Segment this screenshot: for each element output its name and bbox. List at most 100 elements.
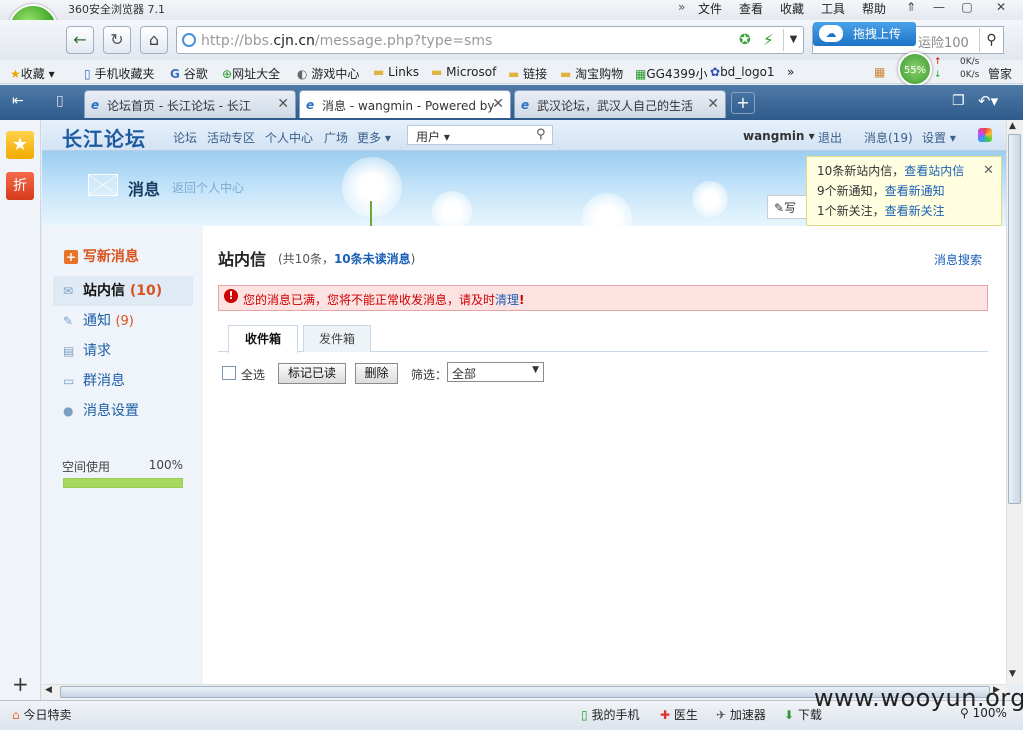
- back-to-profile-link[interactable]: 返回个人中心: [172, 179, 244, 196]
- bookmark-4399[interactable]: ▦GG4399小: [635, 65, 707, 82]
- menu-requests[interactable]: ▤ 请求: [53, 336, 193, 366]
- bookmarks-more-icon[interactable]: »: [787, 65, 794, 79]
- daily-deals[interactable]: ⌂ 今日特卖: [12, 706, 71, 723]
- menu-message-settings[interactable]: ● 消息设置: [53, 396, 193, 426]
- username-menu[interactable]: wangmin ▾: [743, 129, 815, 143]
- speed-ball[interactable]: 55%: [898, 52, 932, 86]
- drag-upload-button[interactable]: ☁ 拖拽上传: [813, 22, 916, 46]
- tab-close-icon[interactable]: ✕: [492, 96, 504, 112]
- discount-icon[interactable]: 折: [6, 172, 34, 200]
- undo-close-icon[interactable]: ↶▾: [978, 92, 998, 110]
- unread-link[interactable]: 10条未读消息: [334, 252, 411, 266]
- bookmark-google[interactable]: G 谷歌: [170, 65, 208, 82]
- message-search-link[interactable]: 消息搜索: [934, 251, 982, 268]
- nav-plaza[interactable]: 广场: [324, 129, 348, 146]
- search-icon[interactable]: ⚲: [979, 28, 1003, 52]
- view-follows-link[interactable]: 查看新关注: [885, 204, 945, 218]
- search-type-select[interactable]: 用户 ▾ ⚲: [407, 125, 553, 145]
- bookmark-bd-logo[interactable]: ✿bd_logo1: [710, 65, 775, 79]
- nav-forum[interactable]: 论坛: [173, 129, 197, 146]
- address-bar[interactable]: http://bbs.cjn.cn/message.php?type=sms ✪…: [176, 26, 804, 54]
- new-message-button[interactable]: + 写新消息: [64, 246, 139, 266]
- menu-help[interactable]: 帮助: [862, 0, 886, 17]
- chat-icon: ▭: [63, 374, 75, 388]
- apps-icon[interactable]: ▦: [874, 65, 885, 79]
- bookmark-favorites[interactable]: ★收藏 ▾: [10, 65, 55, 82]
- tab-inbox[interactable]: 收件箱: [228, 325, 298, 353]
- scroll-down-icon[interactable]: ▼: [1009, 669, 1016, 679]
- bookmark-links[interactable]: ▬ Links: [373, 65, 419, 79]
- nav-events[interactable]: 活动专区: [207, 129, 255, 146]
- filter-select[interactable]: 全部 ▼: [447, 362, 544, 382]
- favorites-star-icon[interactable]: ★: [6, 131, 34, 159]
- speed-mode-icon[interactable]: ⚡: [763, 31, 774, 49]
- url-text[interactable]: http://bbs.cjn.cn/message.php?type=sms: [201, 33, 492, 49]
- tab-forum-home[interactable]: e 论坛首页 - 长江论坛 - 长江 ✕: [84, 90, 296, 118]
- scroll-up-icon[interactable]: ▲: [1009, 121, 1016, 131]
- bookmark-hao[interactable]: ⊕网址大全: [222, 65, 280, 82]
- menu-file[interactable]: 文件: [698, 0, 722, 17]
- bookmark-games[interactable]: ◐ 游戏中心: [297, 65, 359, 82]
- page-icon[interactable]: ▯: [56, 93, 64, 109]
- tab-outbox[interactable]: 发件箱: [303, 325, 371, 352]
- menu-view[interactable]: 查看: [739, 0, 763, 17]
- maximize-button[interactable]: ▢: [954, 0, 980, 16]
- bookmark-taobao[interactable]: ▬ 淘宝购物: [560, 65, 623, 82]
- menu-group-messages[interactable]: ▭ 群消息: [53, 366, 193, 396]
- site-search-icon[interactable]: ⚲: [536, 127, 546, 142]
- security-icon[interactable]: ✪: [739, 32, 751, 48]
- select-all-checkbox[interactable]: [222, 366, 236, 380]
- bookmark-mobile[interactable]: ▯ 手机收藏夹: [84, 65, 154, 82]
- menu-expand-icon[interactable]: »: [678, 0, 685, 14]
- popup-close-icon[interactable]: ✕: [983, 161, 994, 181]
- tab-close-icon[interactable]: ✕: [707, 96, 719, 112]
- add-sidebar-icon[interactable]: +: [12, 672, 29, 696]
- select-all-label: 全选: [241, 368, 266, 382]
- pencil-icon: ✎: [774, 201, 785, 215]
- messages-link[interactable]: 消息(19): [864, 129, 913, 146]
- url-dropdown-icon[interactable]: ▼: [783, 29, 803, 51]
- nav-personal[interactable]: 个人中心: [265, 129, 313, 146]
- minimize-button[interactable]: —: [926, 0, 952, 16]
- scroll-left-icon[interactable]: ◀: [45, 685, 52, 695]
- mail-icon: ✉: [63, 284, 74, 298]
- folder-icon: ▬: [508, 67, 520, 81]
- theme-icon[interactable]: [978, 128, 992, 142]
- new-tab-button[interactable]: +: [731, 92, 755, 114]
- close-window-button[interactable]: ✕: [988, 0, 1014, 16]
- rocket-icon: ✈: [716, 708, 727, 722]
- refresh-button[interactable]: ↻: [103, 26, 131, 54]
- tab-close-icon[interactable]: ✕: [277, 96, 289, 112]
- upload-arrow-icon: ↑: [934, 57, 942, 67]
- bookmark-microsoft[interactable]: ▬ Microsof: [431, 65, 496, 79]
- vertical-scroll-thumb[interactable]: [1008, 134, 1021, 504]
- delete-button[interactable]: 删除: [355, 363, 398, 384]
- menu-tools[interactable]: 工具: [821, 0, 845, 17]
- status-doctor[interactable]: ✚ 医生: [660, 706, 698, 723]
- cleanup-link[interactable]: 清理: [495, 293, 519, 307]
- skin-icon[interactable]: ⇑: [898, 0, 924, 16]
- tab-messages[interactable]: e 消息 - wangmin - Powered by ✕: [299, 90, 511, 118]
- site-globe-icon: [182, 33, 196, 47]
- view-messages-link[interactable]: 查看站内信: [904, 164, 964, 178]
- settings-menu[interactable]: 设置 ▾: [922, 129, 956, 146]
- site-logo[interactable]: 长江论坛: [62, 123, 146, 152]
- menu-notices[interactable]: ✎ 通知 (9): [53, 306, 193, 336]
- nav-more[interactable]: 更多 ▾: [357, 129, 391, 146]
- pencil-icon: ✎: [63, 314, 74, 328]
- mark-read-button[interactable]: 标记已读: [278, 363, 346, 384]
- menu-inbox[interactable]: ✉ 站内信 (10): [53, 276, 193, 306]
- tab-wuhan-forum[interactable]: e 武汉论坛，武汉人自己的生活 ✕: [514, 90, 726, 118]
- restore-tab-icon[interactable]: ❐: [952, 93, 965, 109]
- sidebar-toggle-icon[interactable]: ⇤: [12, 93, 24, 109]
- status-accelerator[interactable]: ✈ 加速器: [716, 706, 766, 723]
- logout-link[interactable]: 退出: [818, 129, 842, 146]
- menu-favorites[interactable]: 收藏: [780, 0, 804, 17]
- bookmark-links-cn[interactable]: ▬ 链接: [508, 65, 547, 82]
- write-button[interactable]: ✎写: [767, 195, 807, 219]
- view-notices-link[interactable]: 查看新通知: [885, 184, 945, 198]
- back-button[interactable]: ←: [66, 26, 94, 54]
- bookmark-guanjia[interactable]: 管家: [988, 65, 1012, 82]
- home-button[interactable]: ⌂: [140, 26, 168, 54]
- status-my-phone[interactable]: ▯ 我的手机: [581, 706, 639, 723]
